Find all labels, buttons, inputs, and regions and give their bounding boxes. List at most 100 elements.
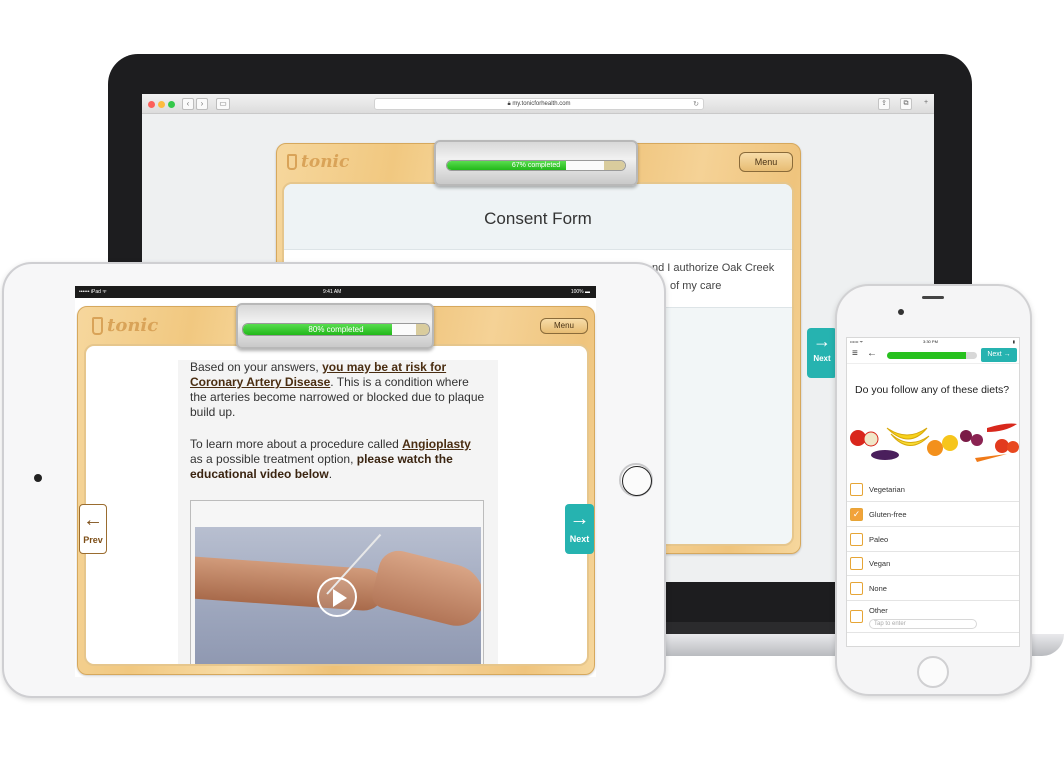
reload-icon[interactable]: ↻ xyxy=(693,99,699,110)
new-tab-icon[interactable]: + xyxy=(920,98,932,110)
back-arrow-icon[interactable]: ← xyxy=(867,348,877,359)
home-button[interactable] xyxy=(619,463,653,497)
angioplasty-link[interactable]: Angioplasty xyxy=(402,437,471,451)
progress-fill xyxy=(887,352,967,359)
menu-button[interactable]: Menu xyxy=(739,152,793,172)
battery-text: ▮ xyxy=(1012,339,1015,344)
option-label: Vegetarian xyxy=(869,485,905,494)
option-other[interactable]: Other Tap to enter xyxy=(847,601,1019,633)
apple-slice-icon xyxy=(863,431,879,447)
arrow-left-icon: ← xyxy=(83,509,103,531)
other-text-input[interactable]: Tap to enter xyxy=(869,619,977,629)
arm-illustration xyxy=(195,556,387,612)
next-label: Next xyxy=(987,351,1002,358)
consent-text-line: nd I authorize Oak Creek xyxy=(652,262,775,274)
progress-label: 80% completed xyxy=(308,325,364,334)
next-label: Next xyxy=(569,534,590,544)
browser-toolbar: ‹ › ▭ 🔒︎ my.tonicforhealth.com ↻ ⇪ ⧉ + xyxy=(142,94,934,114)
consent-text-line: of my care xyxy=(670,280,722,292)
status-bar: •••••• iPad ᯤ 9:41 AM 100% ▬ xyxy=(75,286,596,298)
menu-button[interactable]: Menu xyxy=(540,318,588,334)
minimize-window-icon[interactable] xyxy=(158,101,165,108)
phone-toolbar: ≡ ← Next → xyxy=(847,346,1019,364)
text: . xyxy=(328,467,333,481)
logo-text: tonic xyxy=(107,315,159,336)
video-player[interactable] xyxy=(190,500,484,664)
question-text: Do you follow any of these diets? xyxy=(855,384,1010,396)
plum-icon xyxy=(960,430,972,442)
clock-text: 9:41 AM xyxy=(323,289,342,295)
checkbox[interactable] xyxy=(850,557,863,570)
option-label: Vegan xyxy=(869,559,891,568)
option-label: Paleo xyxy=(869,535,889,544)
back-icon[interactable]: ‹ xyxy=(182,98,194,110)
progress-label: 67% completed xyxy=(511,162,561,169)
share-icon[interactable]: ⇪ xyxy=(878,98,890,110)
tomato-icon xyxy=(1007,441,1019,453)
vegetables-illustration xyxy=(850,423,1019,462)
banana-icon xyxy=(886,427,928,440)
option-label: Gluten-free xyxy=(869,510,907,519)
clock-text: 3:30 PM xyxy=(923,339,938,344)
tabs-icon[interactable]: ⧉ xyxy=(900,98,912,110)
prev-button[interactable]: ← Prev xyxy=(79,504,107,554)
bottle-icon xyxy=(92,316,103,335)
checkbox[interactable] xyxy=(850,582,863,595)
play-icon[interactable] xyxy=(317,577,357,617)
option-vegetarian[interactable]: Vegetarian xyxy=(847,477,1019,502)
logo-text: tonic xyxy=(301,152,350,172)
option-paleo[interactable]: Paleo xyxy=(847,527,1019,552)
pepper-icon xyxy=(942,435,958,451)
tablet-camera xyxy=(34,474,42,482)
phone-camera xyxy=(898,309,904,315)
device-showcase: ‹ › ▭ 🔒︎ my.tonicforhealth.com ↻ ⇪ ⧉ + t… xyxy=(0,0,1064,764)
sidebar-icon[interactable]: ▭ xyxy=(216,98,230,110)
page-title: Consent Form xyxy=(284,184,792,250)
text: as a possible treatment option, xyxy=(190,452,357,466)
address-bar[interactable]: 🔒︎ my.tonicforhealth.com ↻ xyxy=(374,98,704,110)
zoom-window-icon[interactable] xyxy=(168,101,175,108)
bottle-icon xyxy=(287,154,297,170)
arrow-right-icon: → xyxy=(569,508,590,530)
clipboard-clip: 67% completed xyxy=(434,140,638,186)
lock-icon: 🔒︎ xyxy=(507,101,511,107)
next-button[interactable]: → Next xyxy=(807,328,837,378)
phone-speaker xyxy=(922,296,944,299)
next-button[interactable]: → Next xyxy=(565,504,594,554)
carrier-text: •••••• ᯤ xyxy=(850,339,864,344)
option-label: Other xyxy=(869,606,888,615)
option-gluten-free[interactable]: ✓ Gluten-free xyxy=(847,502,1019,527)
option-label: None xyxy=(869,584,887,593)
hand-illustration xyxy=(369,546,481,632)
tonic-logo: tonic xyxy=(92,315,158,336)
battery-text: 100% ▬ xyxy=(570,289,590,295)
checkbox[interactable] xyxy=(850,610,863,623)
tomato-icon xyxy=(995,439,1009,453)
carrot-icon xyxy=(975,454,1007,462)
next-label: Next xyxy=(813,354,831,363)
progress-bar xyxy=(887,352,977,359)
checkbox-checked[interactable]: ✓ xyxy=(850,508,863,521)
plum-icon xyxy=(971,434,983,446)
carrier-text: •••••• iPad ᯤ xyxy=(79,289,107,295)
checkbox[interactable] xyxy=(850,533,863,546)
option-vegan[interactable]: Vegan xyxy=(847,551,1019,576)
text: To learn more about a procedure called xyxy=(190,437,403,451)
option-none[interactable]: None xyxy=(847,576,1019,601)
forward-icon[interactable]: › xyxy=(196,98,208,110)
url-text: my.tonicforhealth.com xyxy=(512,101,571,107)
tonic-logo: tonic xyxy=(287,152,349,172)
risk-info-page: Based on your answers, you may be at ris… xyxy=(84,344,589,666)
arrow-right-icon: → xyxy=(813,331,831,351)
phone-screen: •••••• ᯤ 3:30 PM ▮ ≡ ← Next → Do you fol… xyxy=(846,337,1020,647)
checkbox[interactable] xyxy=(850,483,863,496)
next-button[interactable]: Next → xyxy=(981,348,1017,362)
clipboard-clip: 80% completed xyxy=(236,303,434,349)
home-button[interactable] xyxy=(917,656,949,688)
video-frame xyxy=(195,527,481,664)
menu-icon[interactable]: ≡ xyxy=(852,348,858,359)
pepper-icon xyxy=(927,440,943,456)
video-intro-paragraph: To learn more about a procedure called A… xyxy=(190,437,486,482)
close-window-icon[interactable] xyxy=(148,101,155,108)
arrow-right-icon: → xyxy=(1003,351,1011,358)
